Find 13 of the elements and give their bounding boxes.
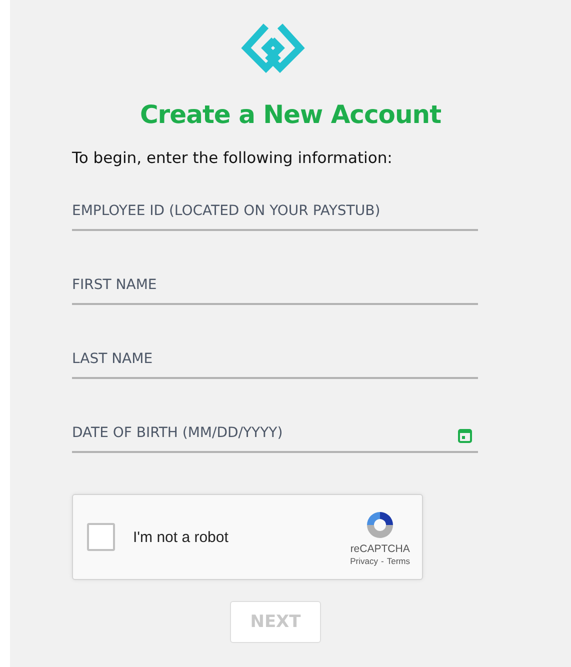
separator-dot: - (381, 556, 384, 566)
intro-text: To begin, enter the following information: (72, 149, 394, 167)
captcha-link[interactable]: Privacy (350, 556, 378, 566)
page-title: Create a New Account (138, 100, 442, 129)
input-field[interactable]: EMPLOYEE ID (LOCATED ON YOUR PAYSTUB) (72, 193, 478, 231)
captcha-label: I'm not a robot (133, 528, 230, 546)
date-field[interactable]: DATE OF BIRTH (MM/DD/YYYY) (72, 415, 478, 453)
captcha-link[interactable]: Terms (386, 556, 410, 566)
input-field[interactable]: LAST NAME (72, 341, 478, 379)
captcha-brand: reCAPTCHA (350, 543, 410, 555)
calendar-icon[interactable] (458, 428, 472, 443)
input-field[interactable]: FIRST NAME (72, 267, 478, 305)
captcha-checkbox[interactable] (87, 523, 115, 551)
